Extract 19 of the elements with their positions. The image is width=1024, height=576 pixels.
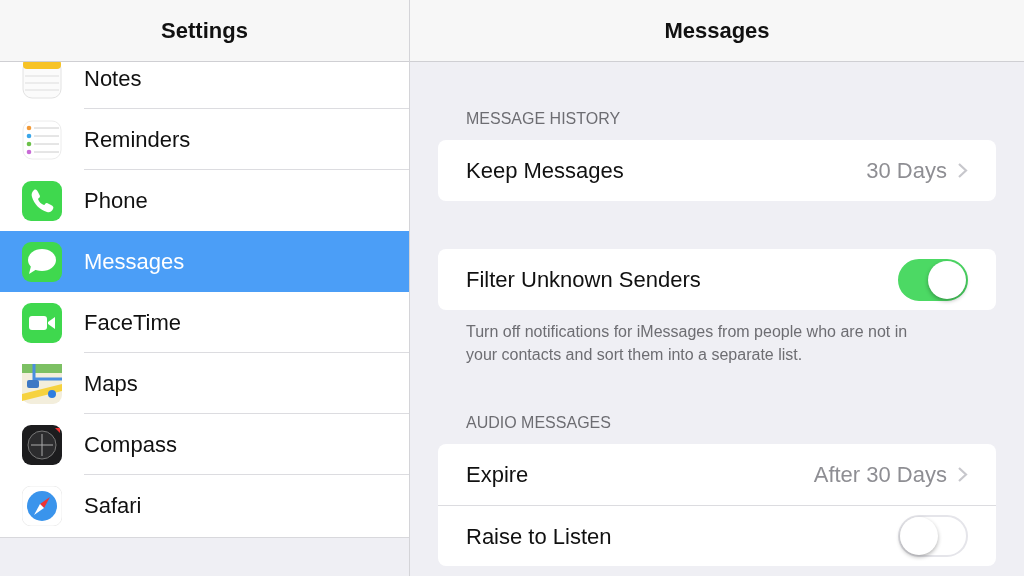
setting-label: Raise to Listen bbox=[466, 522, 613, 551]
compass-icon bbox=[22, 485, 62, 526]
setting-label: Expire bbox=[466, 461, 530, 489]
panel-title: Messages bbox=[664, 17, 770, 45]
setting-label: Filter Unknown Senders bbox=[466, 266, 702, 294]
chevron-icon bbox=[957, 162, 968, 179]
setting-label: Keep Messages bbox=[466, 157, 625, 185]
compass-icon bbox=[22, 424, 62, 465]
video-camera-icon bbox=[22, 302, 62, 343]
footnote-text: Turn off notifications for iMessages from people who are not in your contacts and sort them into a separate list. bbox=[465, 322, 909, 365]
phone-icon bbox=[22, 180, 62, 221]
chat-bubble-icon bbox=[22, 241, 62, 282]
panel-title: Settings bbox=[161, 17, 248, 45]
chevron-icon bbox=[957, 466, 968, 483]
section-header: AUDIO MESSAGES bbox=[465, 413, 612, 433]
map-icon bbox=[22, 363, 62, 404]
checklist-icon bbox=[22, 119, 62, 160]
toggle-switch[interactable] bbox=[898, 258, 968, 301]
section-header: MESSAGE HISTORY bbox=[465, 109, 622, 129]
